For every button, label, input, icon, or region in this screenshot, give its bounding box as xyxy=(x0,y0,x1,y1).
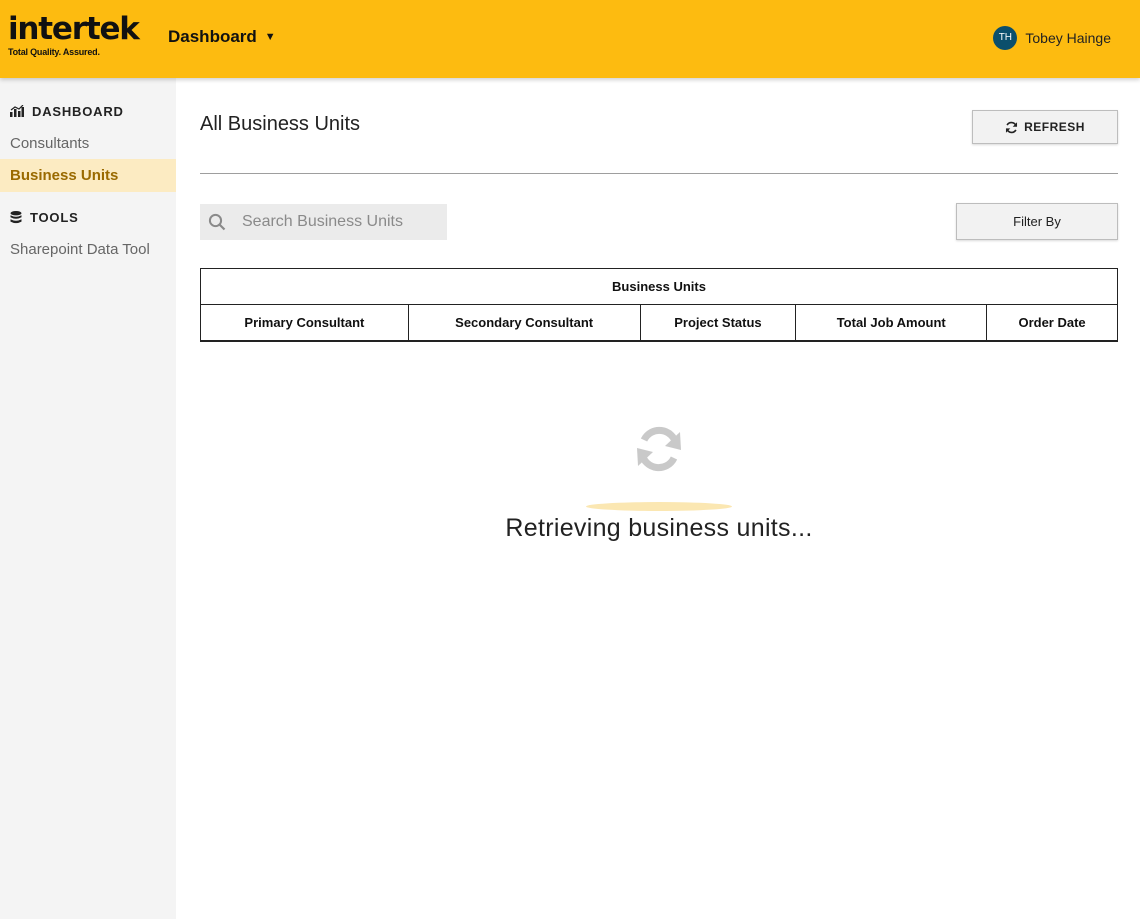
table-group-header: Business Units xyxy=(200,268,1118,305)
sidebar-heading-tools: TOOLS xyxy=(10,208,79,226)
sidebar-item-business-units[interactable]: Business Units xyxy=(0,159,176,192)
search-input[interactable] xyxy=(242,213,432,231)
intertek-logo[interactable]: intertek Total Quality. Assured. xyxy=(8,11,140,62)
column-header-secondary-consultant[interactable]: Secondary Consultant xyxy=(407,304,641,342)
sidebar-heading-dashboard: DASHBOARD xyxy=(10,102,124,120)
refresh-button-label: REFRESH xyxy=(1024,120,1085,134)
column-header-primary-consultant[interactable]: Primary Consultant xyxy=(200,304,409,342)
filter-by-button[interactable]: Filter By xyxy=(956,203,1118,240)
sidebar: DASHBOARD Consultants Business Units TOO… xyxy=(0,78,176,919)
chart-bars-icon xyxy=(10,105,24,117)
dashboard-dropdown-label: Dashboard xyxy=(168,27,257,46)
caret-down-icon: ▼ xyxy=(264,31,276,43)
sync-icon xyxy=(637,426,681,472)
column-header-project-status[interactable]: Project Status xyxy=(639,304,797,342)
dashboard-dropdown[interactable]: Dashboard ▼ xyxy=(168,26,276,48)
page-title: All Business Units xyxy=(200,113,361,135)
divider xyxy=(200,173,1118,174)
top-bar: intertek Total Quality. Assured. Dashboa… xyxy=(0,0,1140,78)
column-header-total-job-amount[interactable]: Total Job Amount xyxy=(795,304,988,342)
logo-tagline: Total Quality. Assured. xyxy=(8,47,100,57)
loading-bar xyxy=(586,502,732,511)
sidebar-heading-label: DASHBOARD xyxy=(32,103,124,119)
loading-text: Retrieving business units... xyxy=(505,514,813,542)
search-box[interactable] xyxy=(200,204,447,240)
sidebar-heading-label: TOOLS xyxy=(30,209,79,225)
logo-wordmark: intertek xyxy=(8,11,140,47)
refresh-icon xyxy=(1006,121,1018,133)
column-header-order-date[interactable]: Order Date xyxy=(986,304,1118,342)
user-name: Tobey Hainge xyxy=(1025,30,1111,46)
business-units-table: Business Units Primary Consultant Second… xyxy=(200,268,1118,342)
user-menu[interactable]: TH Tobey Hainge xyxy=(993,26,1111,50)
refresh-button[interactable]: REFRESH xyxy=(972,110,1118,144)
sidebar-item-consultants[interactable]: Consultants xyxy=(0,127,176,160)
search-icon xyxy=(208,213,226,231)
filter-by-label: Filter By xyxy=(1013,214,1061,229)
database-icon xyxy=(10,210,22,223)
avatar: TH xyxy=(993,26,1018,50)
sidebar-item-sharepoint-data-tool[interactable]: Sharepoint Data Tool xyxy=(0,233,176,266)
